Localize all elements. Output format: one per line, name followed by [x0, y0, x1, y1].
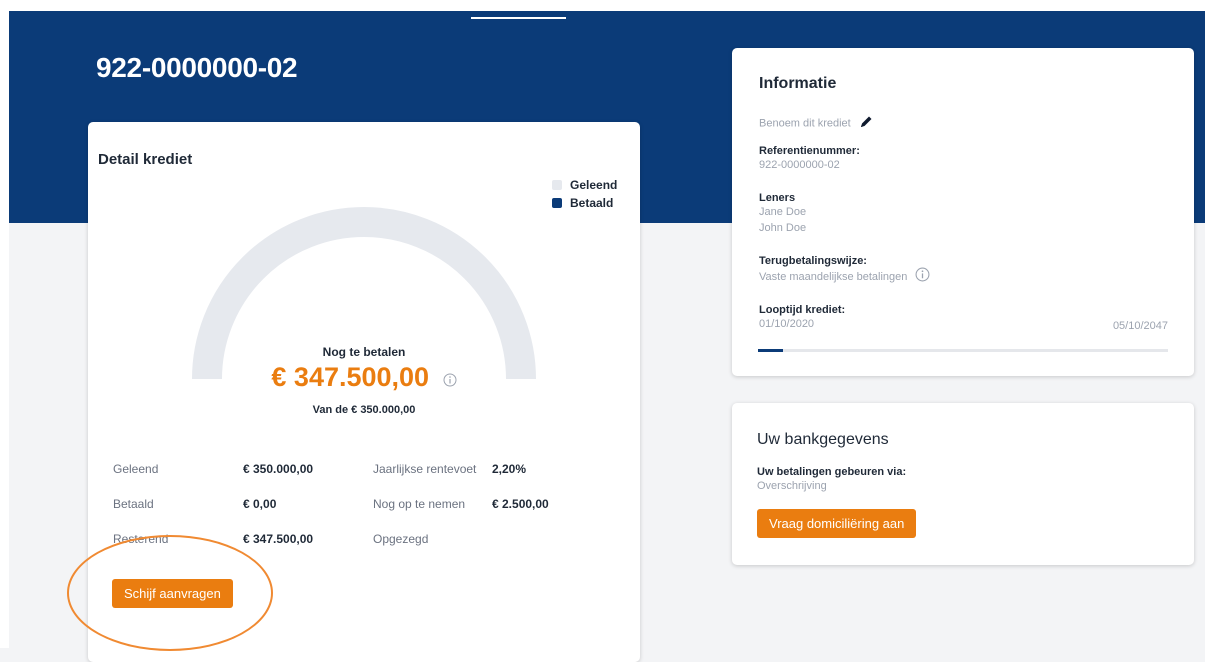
repayment-method: Terugbetalingswijze: Vaste maandelijkse … [759, 255, 930, 287]
bank-details-title: Uw bankgegevens [757, 431, 889, 448]
repayment-value: Vaste maandelijkse betalingen [759, 270, 908, 283]
account-number-title: 922-0000000-02 [96, 52, 298, 83]
request-tranche-button[interactable]: Schijf aanvragen [112, 579, 233, 608]
total-amount-subtitle: Van de € 350.000,00 [312, 404, 416, 416]
stat-value: € 350.000,00 [243, 462, 314, 476]
borrowers: Leners Jane Doe John Doe [759, 192, 806, 236]
term-end-date: 05/10/2047 [1112, 320, 1168, 332]
term-label: Looptijd krediet: [759, 304, 846, 316]
stat-value: € 0,00 [243, 497, 277, 511]
repayment-label: Terugbetalingswijze: [759, 255, 867, 267]
stat-label: Geleend [113, 462, 159, 476]
reference-number: Referentienummer: 922-0000000-02 [759, 145, 860, 173]
rename-credit[interactable]: Benoem dit krediet [759, 114, 874, 133]
reference-value: 922-0000000-02 [759, 159, 840, 171]
payments-label: Uw betalingen gebeuren via: [757, 466, 907, 478]
legend-swatch-borrowed [552, 180, 562, 190]
legend-label-borrowed: Geleend [570, 178, 618, 192]
stat-label: Resterend [113, 532, 169, 546]
reference-label: Referentienummer: [759, 145, 860, 157]
remaining-amount-row: € 347.500,00 [88, 362, 640, 394]
stat-row: Resterend € 347.500,00 Opgezegd [113, 532, 633, 552]
credit-detail-card: Detail krediet Geleend Betaald Nog te be… [88, 122, 640, 662]
rename-credit-link[interactable]: Benoem dit krediet [759, 117, 851, 129]
stat-row: Geleend € 350.000,00 Jaarlijkse rentevoe… [113, 462, 633, 482]
pencil-icon[interactable] [858, 114, 874, 133]
gauge-legend: Geleend Betaald [552, 176, 617, 212]
payments-value: Overschrijving [757, 480, 827, 492]
remaining-amount: € 347.500,00 [271, 362, 430, 392]
stat-value: € 2.500,00 [492, 497, 549, 511]
credit-detail-title: Detail krediet [98, 151, 193, 168]
bank-details-card: Uw bankgegevens Uw betalingen gebeuren v… [732, 403, 1194, 565]
stat-row: Betaald € 0,00 Nog op te nemen € 2.500,0… [113, 497, 633, 517]
credit-term: Looptijd krediet: 01/10/2020 [759, 304, 845, 332]
request-direct-debit-button[interactable]: Vraag domiciliëring aan [757, 509, 917, 538]
stat-label: Betaald [113, 497, 154, 511]
active-tab-indicator [471, 17, 566, 19]
stat-label: Opgezegd [373, 532, 429, 546]
legend-label-paid: Betaald [570, 196, 614, 210]
payment-method: Uw betalingen gebeuren via: Overschrijvi… [757, 466, 906, 494]
legend-item-borrowed: Geleend [552, 176, 617, 194]
legend-item-paid: Betaald [552, 194, 617, 212]
borrowers-label: Leners [759, 192, 796, 204]
remaining-label: Nog te betalen [322, 345, 406, 359]
information-title: Informatie [759, 75, 837, 92]
info-icon[interactable] [915, 267, 930, 287]
info-icon[interactable] [443, 363, 457, 394]
stat-label: Nog op te nemen [373, 497, 466, 511]
term-progress-bar [758, 349, 1168, 352]
borrower-name: John Doe [759, 222, 807, 234]
term-progress-fill [758, 349, 783, 352]
stat-value: 2,20% [492, 462, 527, 476]
legend-swatch-paid [552, 198, 562, 208]
page-top-margin [0, 0, 1205, 11]
borrower-name: Jane Doe [759, 206, 807, 218]
stat-label: Jaarlijkse rentevoet [373, 462, 477, 476]
information-card: Informatie Benoem dit krediet Referentie… [732, 48, 1194, 376]
page-left-margin [0, 0, 9, 648]
term-start-date: 01/10/2020 [759, 318, 815, 330]
stat-value: € 347.500,00 [243, 532, 314, 546]
repayment-value-row: Vaste maandelijkse betalingen [759, 267, 930, 287]
